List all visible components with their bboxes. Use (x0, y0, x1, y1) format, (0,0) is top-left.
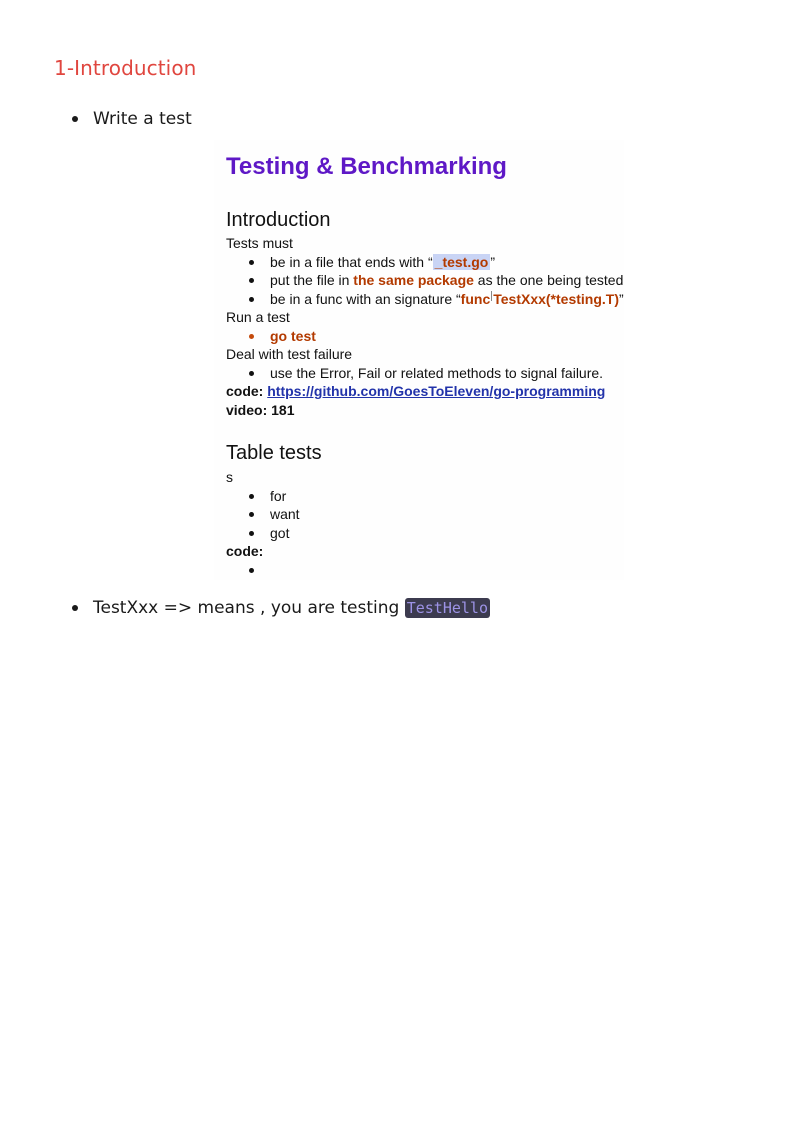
list-item: Write a test (72, 108, 272, 130)
bullet-dot (249, 371, 254, 376)
slide-bullet: use the Error, Fail or related methods t… (249, 365, 604, 382)
slide-bullet: got (249, 525, 290, 542)
slide-bullet-text: be in a func with an signature “ (270, 291, 461, 307)
bullet-dot (249, 531, 254, 536)
list-item-text: TestXxx => means , you are testing TestH… (93, 597, 490, 619)
slide-bullet-text: be in a file that ends with “ (270, 254, 433, 270)
slide-bullet: for (249, 488, 287, 505)
bullet-dot (72, 116, 78, 122)
section-heading: 1-Introduction (54, 56, 197, 80)
slide-bullet: go test (249, 328, 316, 345)
slide-bullet-text: got (270, 525, 290, 541)
bullet-dot (72, 605, 78, 611)
slide-bullet-text: ” (619, 291, 624, 307)
bullet-dot (249, 568, 254, 573)
bullet-dot (249, 278, 254, 283)
list-item: TestXxx => means , you are testing TestH… (72, 597, 572, 619)
list-item-text: Write a test (93, 109, 192, 129)
slide-section-introduction: Introduction (226, 209, 331, 231)
document-page: 1-Introduction Write a test TestXxx => m… (0, 0, 793, 1123)
slide-code-line: code: https://github.com/GoesToEleven/go… (226, 383, 605, 400)
slide-section-table-tests: Table tests (226, 442, 322, 464)
slide-bullet-text: as the one being tested (473, 272, 624, 288)
slide-code-label: code: (226, 543, 264, 559)
slide-bullet-text: put the file in (270, 272, 354, 288)
list-item-text-before-code: TestXxx => means , you are testing (93, 598, 400, 618)
slide-text-deal-with-failure: Deal with test failure (226, 346, 353, 362)
slide-text-s: s (226, 469, 233, 485)
bullet-dot (249, 260, 254, 265)
embedded-slide-image: Testing & Benchmarking Introduction Test… (214, 140, 624, 580)
slide-bullet: be in a func with an signature “func Test… (249, 291, 624, 308)
slide-title: Testing & Benchmarking (226, 153, 507, 180)
bullet-dot (249, 512, 254, 517)
slide-bullet: be in a file that ends with “_test.go” (249, 254, 496, 271)
slide-code-link[interactable]: https://github.com/GoesToEleven/go-progr… (267, 383, 605, 399)
slide-bullet-text: for (270, 488, 287, 504)
slide-text-tests-must: Tests must (226, 235, 293, 251)
inline-code: TestHello (404, 598, 490, 618)
bullet-dot (249, 334, 254, 339)
bullet-dot (249, 297, 254, 302)
slide-code-highlight: the same package (353, 272, 474, 288)
slide-bullet-text: want (270, 506, 300, 522)
slide-bullet: put the file in the same package as the … (249, 272, 624, 289)
slide-code-highlight: _test.go (432, 254, 491, 270)
slide-code-highlight: func (460, 291, 491, 307)
slide-code-label: code: (226, 383, 264, 399)
slide-bullet-text: use the Error, Fail or related methods t… (270, 365, 604, 381)
slide-video-label: video: 181 (226, 402, 295, 418)
slide-bullet-text: ” (490, 254, 496, 270)
slide-code-highlight: TestXxx(*testing.T) (493, 291, 619, 307)
slide-text-run-a-test: Run a test (226, 309, 290, 325)
bullet-dot (249, 494, 254, 499)
slide-bullet: want (249, 506, 300, 523)
slide-code-highlight: go test (270, 328, 316, 344)
